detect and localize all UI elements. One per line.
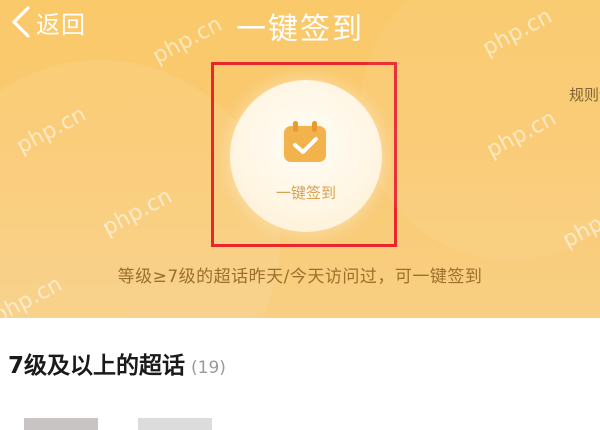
supertopic-thumbnail[interactable]: [24, 418, 98, 430]
section-header: 7级及以上的超话 (19): [8, 346, 226, 380]
highlight-frame: [211, 62, 397, 247]
page-title: 一键签到: [236, 12, 364, 47]
watermark: php.cn: [482, 105, 561, 164]
signin-hero-banner: 返回 一键签到 规则说 一键签到 等级≥7级的超话昨天/今天访问过，可一键签到 …: [0, 0, 600, 318]
watermark: php.cn: [478, 3, 557, 62]
signin-hint-text: 等级≥7级的超话昨天/今天访问过，可一键签到: [117, 267, 483, 287]
watermark: php.cn: [558, 195, 600, 254]
supertopic-thumbnail[interactable]: [138, 418, 212, 430]
rules-link[interactable]: 规则说: [569, 84, 600, 105]
section-title: 7级及以上的超话: [8, 353, 186, 379]
section-count: (19): [191, 358, 226, 378]
watermark: php.cn: [12, 101, 91, 160]
watermark: php.cn: [98, 183, 177, 242]
